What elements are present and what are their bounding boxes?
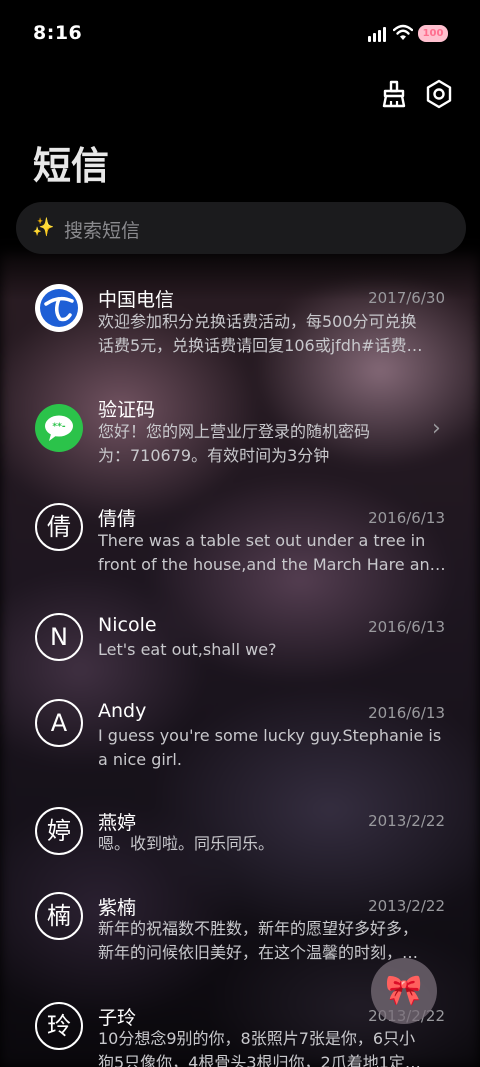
message-date: 2016/6/13 [368,618,445,636]
message-preview: 新年的祝福数不胜数，新年的愿望好多好多， 新年的问候依旧美好，在这个温馨的时刻，… [98,919,419,962]
china-telecom-logo-icon [35,284,83,332]
page-title: 短信 [33,144,110,188]
contact-name: 子玲 [98,1007,137,1029]
contact-initial-avatar: A [35,699,83,747]
svg-text:**-: **- [52,422,65,432]
sms-bubble-icon: **- [35,404,83,452]
conversation-item[interactable]: 倩 倩倩 2016/6/13 There was a table set out… [0,500,480,590]
contact-name: 验证码 [98,399,156,421]
message-preview: 您好！您的网上营业厅登录的随机密码 为：710679。有效时间为3分钟 [98,422,371,465]
message-date: 2017/6/30 [368,289,445,307]
search-placeholder: 搜索短信 [64,220,141,242]
conversation-item[interactable]: 婷 燕婷 2013/2/22 嗯。收到啦。同乐同乐。 [0,805,480,871]
message-date: 2016/6/13 [368,509,445,527]
contact-name: 中国电信 [98,289,175,311]
message-preview: There was a table set out under a tree i… [98,531,446,574]
contact-name: Nicole [98,614,157,636]
contact-name: 紫楠 [98,897,137,919]
settings-gear-icon[interactable] [423,78,455,110]
battery-icon: 100 [418,25,448,42]
clean-brush-icon[interactable] [378,78,410,110]
conversation-item[interactable]: N Nicole 2016/6/13 Let's eat out,shall w… [0,611,480,677]
compose-fab-button[interactable]: 🎀 [371,958,437,1024]
conversation-item[interactable]: A Andy 2016/6/13 I guess you're some luc… [0,697,480,787]
contact-initial-avatar: 婷 [35,807,83,855]
sparkle-icon: ✨ [32,217,55,238]
search-bar[interactable]: ✨ 搜索短信 [16,202,466,254]
conversation-item[interactable]: **- 验证码 您好！您的网上营业厅登录的随机密码 为：710679。有效时间为… [0,390,480,480]
cellular-signal-icon [368,26,388,42]
message-preview: 10分想念9别的你，8张照片7张是你，6只小 狗5只像你，4根骨头3根归你，2爪… [98,1029,421,1067]
message-preview: 嗯。收到啦。同乐同乐。 [98,834,275,853]
bow-icon: 🎀 [385,973,423,1008]
wifi-icon [393,24,413,40]
contact-name: Andy [98,700,147,722]
message-preview: Let's eat out,shall we? [98,640,277,659]
conversation-item[interactable]: 中国电信 2017/6/30 欢迎参加积分兑换话费活动，每500分可兑换 话费5… [0,280,480,370]
message-preview: 欢迎参加积分兑换话费活动，每500分可兑换 话费5元，兑换话费请回复106或jf… [98,312,423,355]
status-time: 8:16 [33,22,83,44]
message-date: 2016/6/13 [368,704,445,722]
chevron-right-icon: › [432,416,441,441]
message-preview: I guess you're some lucky guy.Stephanie … [98,726,442,769]
contact-initial-avatar: 玲 [35,1002,83,1050]
status-bar: 8:16 100 [0,0,480,68]
contact-name: 倩倩 [98,508,137,530]
contact-initial-avatar: 楠 [35,892,83,940]
message-date: 2013/2/22 [368,897,445,915]
message-date: 2013/2/22 [368,812,445,830]
contact-name: 燕婷 [98,812,137,834]
contact-initial-avatar: 倩 [35,503,83,551]
contact-initial-avatar: N [35,613,83,661]
